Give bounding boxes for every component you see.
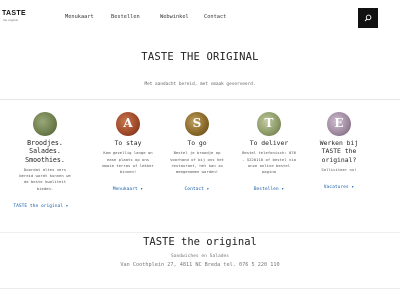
- bottom-divider: [0, 288, 400, 289]
- card-link-label: Contact: [184, 186, 204, 192]
- footer-title: TASTE the original: [143, 236, 257, 248]
- search-icon: [364, 14, 372, 22]
- card-body: Doordat altes vers bereid wordt kunnen w…: [19, 167, 71, 191]
- card-link-menukaart[interactable]: Menukaart ▸: [113, 187, 143, 192]
- card-link-vacatures[interactable]: Vacatures ▸: [324, 185, 354, 190]
- card-image: A: [116, 112, 140, 136]
- footer-address: Van Coothplein 27, 4811 NC Breda tel. 07…: [120, 262, 280, 268]
- card-link-label: Vacatures: [323, 185, 349, 191]
- card-title: To deliver: [249, 139, 289, 147]
- card-link-bestellen[interactable]: Bestellen ▸: [254, 187, 284, 192]
- card-image-letter: E: [334, 116, 344, 130]
- arrow-right-icon: ▸: [140, 186, 144, 192]
- card-image-letter: A: [123, 116, 133, 130]
- card-title: To stay: [114, 139, 142, 147]
- page-title: TASTE THE ORIGINAL: [141, 51, 259, 63]
- top-navigation-bar: TASTE the original Menukaart Bestellen W…: [0, 0, 400, 34]
- card-image-letter: T: [264, 116, 274, 130]
- arrow-right-icon: ▸: [351, 185, 355, 191]
- nav-item-bestellen[interactable]: Bestellen: [111, 14, 140, 20]
- footer-subtitle: Sandwiches en Salades: [170, 254, 230, 259]
- card-title: Broodjes. Salades. Smoothies.: [25, 139, 65, 164]
- card-body: Kom gezellig lange on ease plaats op ons…: [102, 150, 154, 174]
- card-link-label: Bestellen: [253, 186, 279, 192]
- card-werken: E Werken bij TASTE the original? Sollici…: [312, 112, 366, 192]
- card-link-label: TASTE the original: [13, 203, 64, 209]
- nav-item-webwinkel[interactable]: Webwinkel: [160, 14, 189, 20]
- card-image: T: [257, 112, 281, 136]
- card-link-label: Menukaart: [112, 186, 138, 192]
- card-to-deliver: T To deliver Bestel telefonisch: 076 - 5…: [242, 112, 296, 194]
- card-broodjes: Broodjes. Salades. Smoothies. Doordat al…: [13, 112, 72, 211]
- card-link-contact[interactable]: Contact ▸: [185, 187, 210, 192]
- card-image: S: [185, 112, 209, 136]
- card-image: [33, 112, 57, 136]
- arrow-right-icon: ▸: [281, 186, 285, 192]
- card-title: Werken bij TASTE the original?: [319, 139, 359, 164]
- card-to-go: S To go Bestel je broodje op voorhand of…: [170, 112, 224, 194]
- card-body: Bestel telefonisch: 076 - 5220110 of bes…: [242, 150, 296, 174]
- card-link-taste[interactable]: TASTE the original ▸: [13, 204, 68, 209]
- card-image-letter: S: [192, 116, 202, 130]
- page-tagline: Met aandacht bereid, met smaak geserveer…: [144, 82, 256, 87]
- arrow-right-icon: ▸: [65, 203, 69, 209]
- card-to-stay: A To stay Kom gezellig lange on ease pla…: [101, 112, 155, 194]
- main-nav: Menukaart Bestellen Webwinkel Contact: [0, 14, 400, 24]
- search-button[interactable]: [358, 8, 378, 28]
- card-title: To go: [187, 139, 207, 147]
- nav-item-menukaart[interactable]: Menukaart: [65, 14, 94, 20]
- card-body: Solliciteer nu!: [321, 167, 357, 173]
- arrow-right-icon: ▸: [206, 186, 210, 192]
- section-divider: [0, 99, 400, 100]
- footer-divider: [0, 232, 400, 233]
- card-body: Bestel je broodje op voorhand of bij ons…: [170, 150, 224, 174]
- nav-item-contact[interactable]: Contact: [204, 14, 226, 20]
- card-image: E: [327, 112, 351, 136]
